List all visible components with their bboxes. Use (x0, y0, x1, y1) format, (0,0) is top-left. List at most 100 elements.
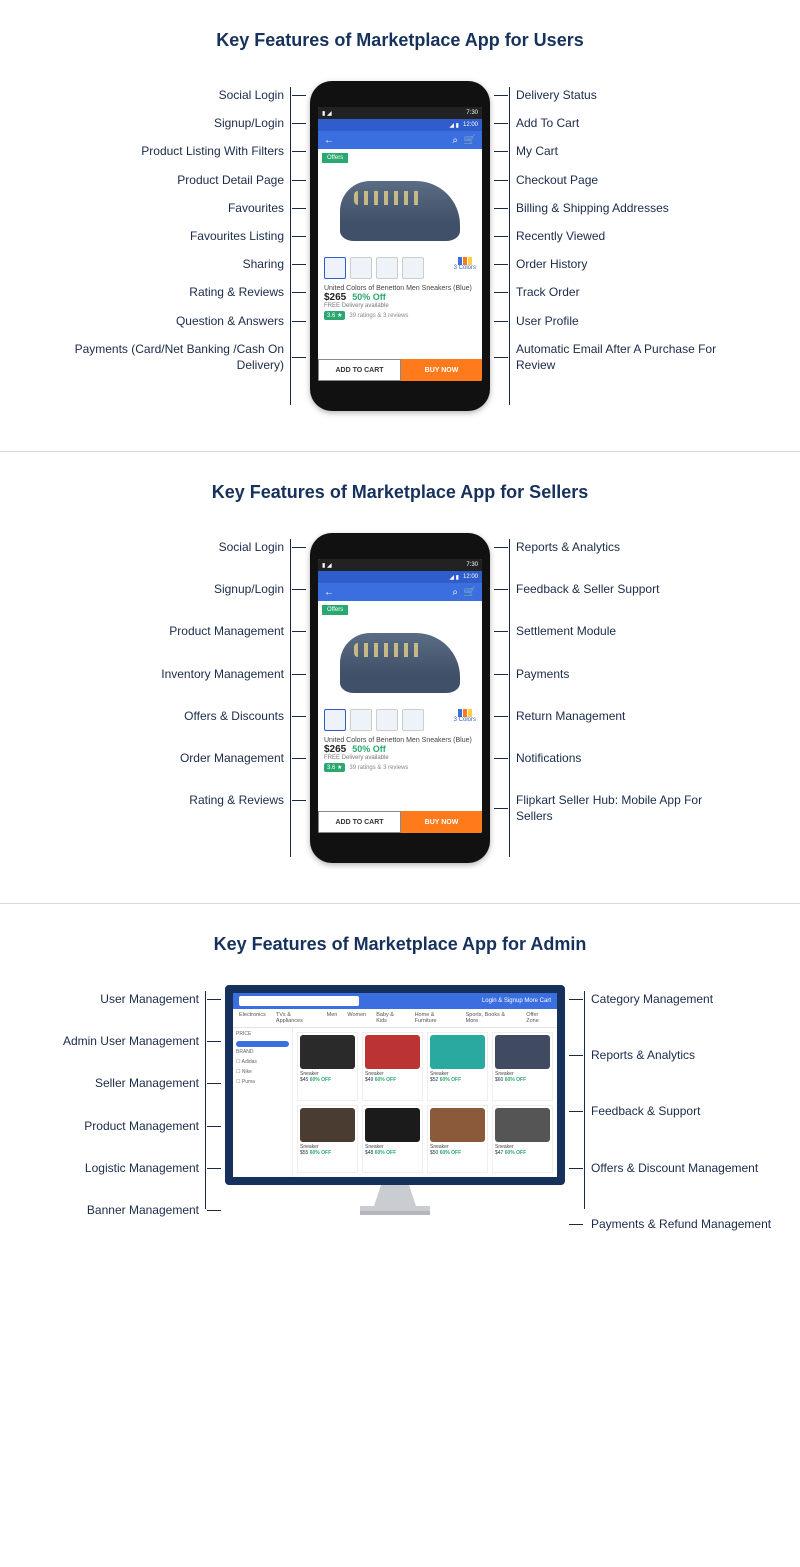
feature-item: Question & Answers (58, 307, 288, 335)
buy-now-button[interactable]: BUY NOW (401, 359, 482, 381)
feature-item: Payments & Refund Management (587, 1210, 777, 1238)
tab-item[interactable]: TVs & Appliances (276, 1012, 317, 1024)
tab-item[interactable]: Electronics (239, 1012, 266, 1024)
wifi-icon: ◢ ▮ (449, 122, 459, 129)
product-card[interactable]: Sneaker$45 60% OFF (297, 1032, 358, 1101)
section-title-admin: Key Features of Marketplace App for Admi… (0, 934, 800, 955)
thumbnail[interactable] (376, 257, 398, 279)
signal-icon: ▮ ◢ (322, 562, 332, 569)
feature-item: Track Order (512, 278, 742, 306)
thumbnail[interactable] (324, 709, 346, 731)
feature-item: Logistic Management (23, 1154, 203, 1182)
product-card[interactable]: Sneaker$49 60% OFF (362, 1032, 423, 1101)
admin-features-left: User Management Admin User Management Se… (23, 985, 203, 1224)
back-icon[interactable]: ← (324, 135, 334, 146)
thumbnail[interactable] (350, 257, 372, 279)
thumbnail[interactable] (324, 257, 346, 279)
monitor: Login & Signup More Cart Electronics TVs… (225, 985, 565, 1215)
back-icon[interactable]: ← (324, 587, 334, 598)
search-icon[interactable]: ⌕ (452, 135, 458, 146)
monitor-frame: Login & Signup More Cart Electronics TVs… (225, 985, 565, 1185)
feature-item: Notifications (512, 744, 742, 772)
price-slider[interactable] (236, 1041, 289, 1047)
feature-item: Social Login (58, 81, 288, 109)
add-to-cart-button[interactable]: ADD TO CART (318, 811, 401, 833)
feature-item: Return Management (512, 702, 742, 730)
tab-item[interactable]: Men (327, 1012, 338, 1024)
rating-text: 39 ratings & 3 reviews (349, 765, 408, 771)
filter-checkbox[interactable]: Puma (236, 1079, 289, 1085)
feature-item: Category Management (587, 985, 777, 1013)
app-bar: ← ⌕ 🛒 (318, 131, 482, 149)
cart-icon[interactable]: 🛒 (464, 587, 476, 598)
feature-item: Favourites (58, 194, 288, 222)
color-count: 3 Colors (454, 257, 476, 279)
section-admin: Key Features of Marketplace App for Admi… (0, 904, 800, 1278)
rating-badge: 3.6 ★ (324, 311, 345, 320)
desktop-search-input[interactable] (239, 996, 359, 1006)
product-card[interactable]: Sneaker$52 60% OFF (427, 1032, 488, 1101)
feature-item: Social Login (58, 533, 288, 561)
status-time: 7:30 (466, 110, 478, 116)
product-card[interactable]: Sneaker$55 60% OFF (297, 1105, 358, 1174)
feature-item: Seller Management (23, 1069, 203, 1097)
product-grid: Sneaker$45 60% OFF Sneaker$49 60% OFF Sn… (293, 1028, 557, 1177)
product-card[interactable]: Sneaker$60 60% OFF (492, 1032, 553, 1101)
feature-item: Reports & Analytics (512, 533, 742, 561)
rating-badge: 3.6 ★ (324, 763, 345, 772)
thumbnail[interactable] (402, 709, 424, 731)
app-statusbar: ◢ ▮12:00 (318, 119, 482, 131)
filter-checkbox[interactable]: Nike (236, 1069, 289, 1075)
product-card[interactable]: Sneaker$50 60% OFF (427, 1105, 488, 1174)
tab-item[interactable]: Offer Zone (526, 1012, 551, 1024)
android-statusbar: ▮ ◢7:30 (318, 559, 482, 571)
android-statusbar: ▮ ◢ 7:30 (318, 107, 482, 119)
thumbnail[interactable] (376, 709, 398, 731)
thumbnail[interactable] (402, 257, 424, 279)
phone-frame: ▮ ◢ 7:30 ◢ ▮12:00 ← ⌕ 🛒 Offers (310, 81, 490, 411)
filter-checkbox[interactable]: Adidas (236, 1059, 289, 1065)
product-card[interactable]: Sneaker$47 60% OFF (492, 1105, 553, 1174)
offer-tag: Offers (322, 153, 348, 163)
tab-item[interactable]: Baby & Kids (376, 1012, 404, 1024)
feature-item: Offers & Discount Management (587, 1154, 777, 1182)
feature-item: Delivery Status (512, 81, 742, 109)
thumbnail[interactable] (350, 709, 372, 731)
rating-text: 39 ratings & 3 reviews (349, 313, 408, 319)
product-image (318, 167, 482, 255)
feature-item: Flipkart Seller Hub: Mobile App For Sell… (512, 786, 742, 830)
add-to-cart-button[interactable]: ADD TO CART (318, 359, 401, 381)
tab-item[interactable]: Sports, Books & More (466, 1012, 517, 1024)
feature-item: Product Management (23, 1112, 203, 1140)
app-statusbar: ◢ ▮12:00 (318, 571, 482, 583)
cart-icon[interactable]: 🛒 (464, 135, 476, 146)
buy-now-button[interactable]: BUY NOW (401, 811, 482, 833)
feature-item: Offers & Discounts (58, 702, 288, 730)
desktop-category-tabs: Electronics TVs & Appliances Men Women B… (233, 1009, 557, 1028)
product-title: United Colors of Benetton Men Sneakers (… (318, 281, 482, 292)
product-price: $265 (324, 744, 346, 755)
feature-item: Order Management (58, 744, 288, 772)
feature-item: My Cart (512, 137, 742, 165)
product-image (318, 619, 482, 707)
tab-item[interactable]: Women (347, 1012, 366, 1024)
desktop-top-bar: Login & Signup More Cart (233, 993, 557, 1009)
status2-time: 12:00 (463, 574, 478, 580)
feature-item: Automatic Email After A Purchase For Rev… (512, 335, 742, 379)
feature-item: Recently Viewed (512, 222, 742, 250)
feature-item: Product Management (58, 617, 288, 645)
feature-item: Add To Cart (512, 109, 742, 137)
product-card[interactable]: Sneaker$48 60% OFF (362, 1105, 423, 1174)
product-discount: 50% Off (352, 744, 386, 754)
desktop-filter-sidebar: PRICE BRAND Adidas Nike Puma (233, 1028, 293, 1177)
desktop-top-right-links[interactable]: Login & Signup More Cart (482, 998, 551, 1004)
thumbnail-row: 3 Colors (318, 255, 482, 281)
feature-item: Inventory Management (58, 660, 288, 688)
feature-item: Rating & Reviews (58, 786, 288, 814)
tab-item[interactable]: Home & Furniture (415, 1012, 456, 1024)
search-icon[interactable]: ⌕ (452, 587, 458, 598)
section-title-sellers: Key Features of Marketplace App for Sell… (0, 482, 800, 503)
signal-icon: ▮ ◢ (322, 110, 332, 117)
section-sellers: Key Features of Marketplace App for Sell… (0, 452, 800, 903)
feature-item: Product Detail Page (58, 166, 288, 194)
